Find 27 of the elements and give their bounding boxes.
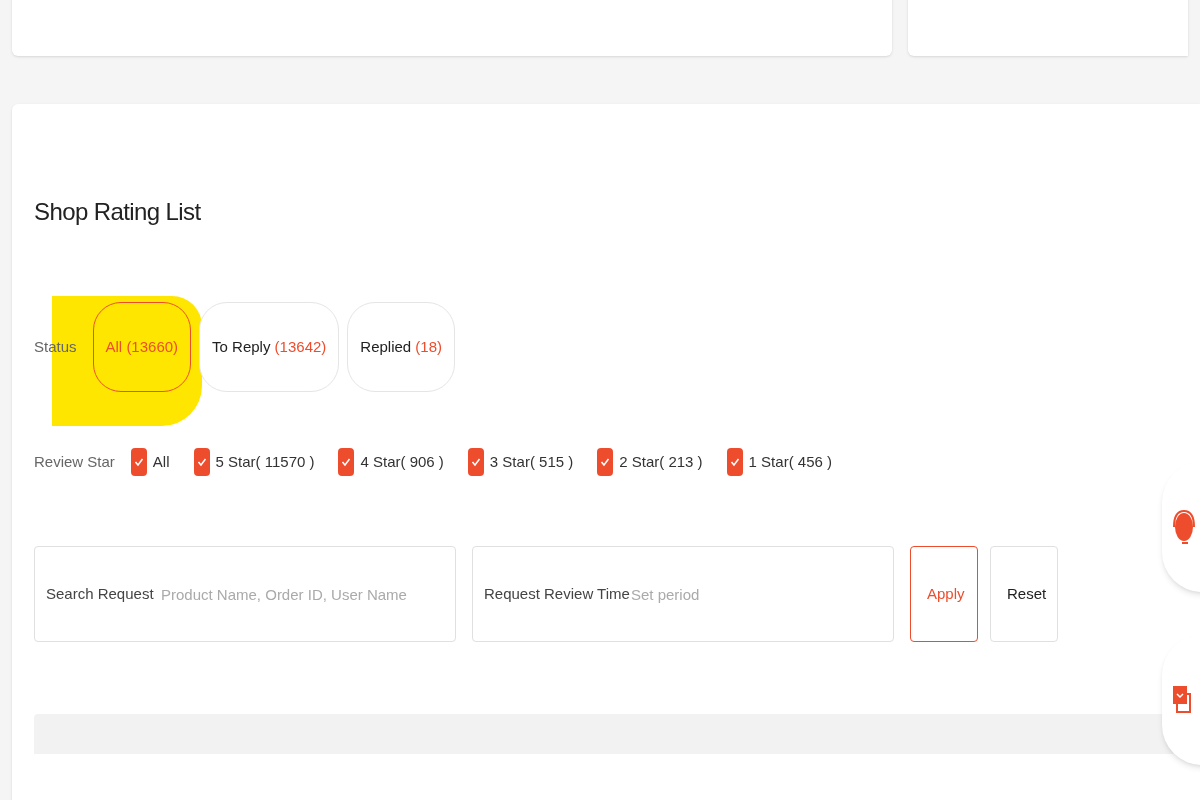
- section-title: Shop Rating List: [34, 197, 201, 227]
- star-filter-label: 5 Star( 11570 ): [215, 451, 315, 472]
- field-label: Request Review Time: [484, 584, 630, 604]
- checkmark-icon: [470, 457, 481, 467]
- checkbox[interactable]: [338, 448, 355, 476]
- field-label: Search Request: [46, 584, 154, 604]
- headset-icon: [1172, 507, 1196, 547]
- apply-button[interactable]: Apply: [910, 546, 978, 642]
- star-filter-label: 1 Star( 456 ): [748, 451, 832, 472]
- checkmark-icon: [196, 457, 207, 467]
- checkbox[interactable]: [597, 448, 614, 476]
- checkmark-icon: [729, 457, 740, 467]
- reset-button[interactable]: Reset: [990, 546, 1058, 642]
- star-filter-label: All: [152, 451, 170, 472]
- status-filter-tab[interactable]: Replied (18): [347, 302, 456, 392]
- status-filter-tab[interactable]: To Reply (13642): [199, 302, 340, 392]
- checkbox[interactable]: [130, 448, 147, 476]
- review-star-label: Review Star: [34, 451, 115, 472]
- checkbox[interactable]: [193, 448, 210, 476]
- checkbox[interactable]: [467, 448, 484, 476]
- star-filter-label: 4 Star( 906 ): [360, 451, 444, 472]
- checkmark-icon: [341, 457, 352, 467]
- star-filter-label: 3 Star( 515 ): [489, 451, 574, 472]
- checkmark-icon: [133, 457, 144, 467]
- star-filter-label: 2 Star( 213 ): [619, 451, 703, 472]
- checkmark-icon: [600, 457, 611, 467]
- checkbox[interactable]: [726, 448, 743, 476]
